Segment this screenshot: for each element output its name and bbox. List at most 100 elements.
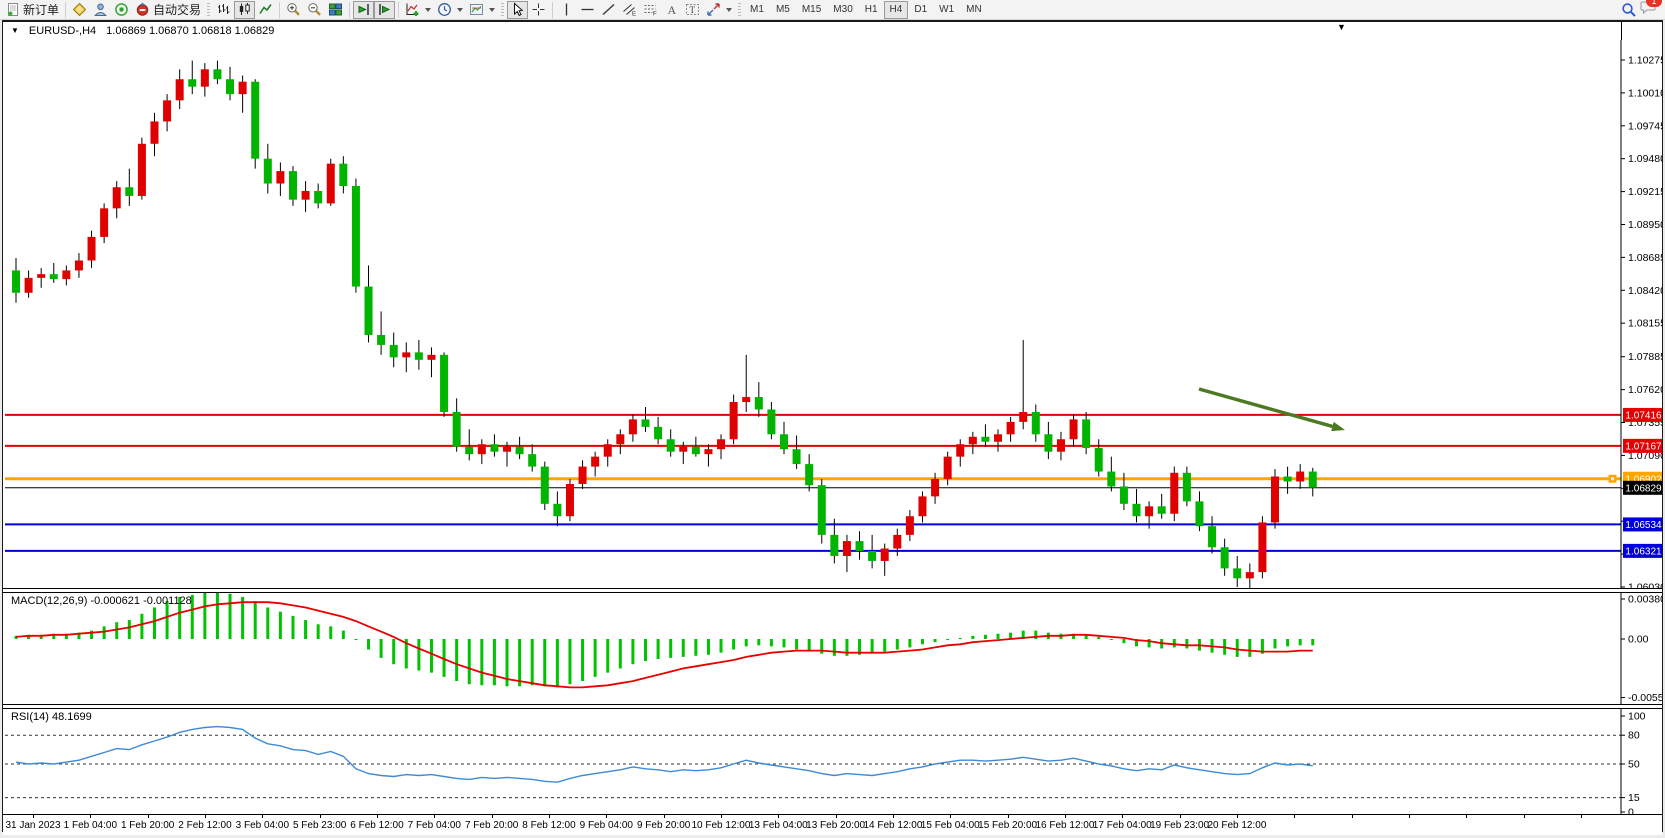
cursor-button[interactable]	[507, 1, 528, 19]
timeframe-button-H4[interactable]: H4	[884, 1, 909, 19]
time-tick	[836, 815, 837, 818]
metaeditor-button[interactable]	[69, 1, 90, 19]
svg-text:1.10010: 1.10010	[1628, 87, 1662, 99]
macd-panel[interactable]: MACD(12,26,9) -0.000621 -0.001128 0.0038…	[3, 593, 1662, 704]
zoom-in-button[interactable]	[283, 1, 304, 19]
timeframe-button-W1[interactable]: W1	[933, 1, 960, 19]
tile-windows-button[interactable]	[325, 1, 346, 19]
autoscroll-icon	[356, 2, 371, 17]
profile-button[interactable]	[90, 1, 111, 19]
text-button[interactable]: A	[661, 1, 682, 19]
svg-text:15: 15	[1628, 792, 1640, 804]
time-tick	[1237, 815, 1238, 818]
time-axis[interactable]: 31 Jan 20231 Feb 04:001 Feb 20:002 Feb 1…	[3, 814, 1662, 835]
period-button[interactable]	[434, 1, 466, 19]
timeframe-button-M1[interactable]: M1	[744, 1, 770, 19]
timeframe-button-M15[interactable]: M15	[796, 1, 827, 19]
time-tick	[549, 815, 550, 818]
chart-shift-marker-icon[interactable]: ▼	[1337, 23, 1346, 32]
candles-layer	[12, 61, 1317, 588]
time-label: 15 Feb 04:00	[921, 820, 980, 831]
svg-text:1.09745: 1.09745	[1628, 120, 1662, 132]
svg-text:1.09215: 1.09215	[1628, 186, 1662, 198]
rsi-axis-ticks: 1008050150	[1621, 710, 1646, 814]
chart-shift-icon	[377, 2, 392, 17]
time-label: 8 Feb 12:00	[522, 820, 575, 831]
price-chart-panel[interactable]: 1.102751.100101.097451.094801.092151.089…	[3, 40, 1662, 588]
chat-button[interactable]: 1	[1640, 0, 1657, 20]
template-button[interactable]	[466, 1, 498, 19]
time-tick	[1294, 815, 1295, 818]
svg-text:1.07620: 1.07620	[1628, 384, 1662, 396]
trendline-button[interactable]	[598, 1, 619, 19]
arrows-icon	[706, 2, 721, 17]
timeframe-button-D1[interactable]: D1	[908, 1, 933, 19]
time-tick	[1180, 815, 1181, 818]
signal-button[interactable]	[111, 1, 132, 19]
vertical-line-button[interactable]	[556, 1, 577, 19]
toolbar-drag-handle[interactable]	[207, 3, 210, 17]
bar-chart-button[interactable]	[213, 1, 234, 19]
time-tick	[1524, 815, 1525, 818]
rsi-panel[interactable]: RSI(14) 48.1699 1008050150	[3, 709, 1662, 814]
chart-shift-button[interactable]	[374, 1, 395, 19]
autotrade-label: 自动交易	[153, 1, 201, 18]
arrows-button[interactable]	[703, 1, 735, 19]
toolbar-drag-handle[interactable]	[501, 3, 504, 17]
timeframe-button-MN[interactable]: MN	[960, 1, 988, 19]
candlestick-chart-button[interactable]	[234, 1, 255, 19]
svg-text:0: 0	[1628, 807, 1634, 814]
time-tick	[606, 815, 607, 818]
line-chart-button[interactable]	[255, 1, 276, 19]
svg-text:0.00: 0.00	[1628, 634, 1649, 646]
trend-arrow-annotation[interactable]	[1199, 389, 1345, 431]
new-order-button[interactable]: 新订单	[2, 1, 62, 19]
search-button[interactable]	[1618, 1, 1640, 19]
time-label: 1 Feb 04:00	[64, 820, 117, 831]
indicators-button[interactable]	[402, 1, 434, 19]
price-axis-ticks: 1.102751.100101.097451.094801.092151.089…	[1621, 54, 1662, 588]
time-label: 9 Feb 04:00	[580, 820, 633, 831]
svg-text:1.08420: 1.08420	[1628, 285, 1662, 297]
time-tick	[1008, 815, 1009, 818]
autotrade-button[interactable]: 自动交易	[132, 1, 204, 19]
time-tick	[1581, 815, 1582, 818]
timeframe-button-M5[interactable]: M5	[770, 1, 796, 19]
mt4-window: 新订单 自动交易	[0, 0, 1665, 838]
timeframe-button-H1[interactable]: H1	[859, 1, 884, 19]
toolbar-drag-handle[interactable]	[738, 3, 741, 17]
fibonacci-button[interactable]: F	[640, 1, 661, 19]
autoscroll-button[interactable]	[353, 1, 374, 19]
rsi-label: RSI(14) 48.1699	[11, 711, 92, 723]
toolbar: 新订单 自动交易	[0, 0, 1665, 20]
time-label: 10 Feb 12:00	[691, 820, 750, 831]
equidistant-channel-button[interactable]: E	[619, 1, 640, 19]
time-tick	[205, 815, 206, 818]
time-tick	[262, 815, 263, 818]
horizontal-line-icon	[580, 2, 595, 17]
time-tick	[1065, 815, 1066, 818]
time-label: 3 Feb 04:00	[236, 820, 289, 831]
zoom-out-button[interactable]	[304, 1, 325, 19]
cursor-icon	[510, 2, 525, 17]
collapse-caret-icon[interactable]: ▼	[11, 27, 19, 35]
chevron-down-icon	[457, 8, 463, 12]
svg-text:1.08950: 1.08950	[1628, 219, 1662, 231]
svg-text:1.07167: 1.07167	[1625, 442, 1662, 453]
time-tick	[492, 815, 493, 818]
timeframe-button-M30[interactable]: M30	[827, 1, 858, 19]
time-tick	[778, 815, 779, 818]
signal-icon	[114, 2, 129, 17]
time-tick	[33, 815, 34, 818]
channel-icon: E	[622, 2, 637, 17]
time-label: 15 Feb 20:00	[978, 820, 1037, 831]
svg-text:F: F	[653, 12, 657, 18]
time-label: 7 Feb 04:00	[408, 820, 461, 831]
crosshair-button[interactable]	[528, 1, 549, 19]
price-axis-line	[1621, 22, 1622, 40]
rsi-canvas: 1008050150	[3, 709, 1662, 814]
text-label-button[interactable]: T	[682, 1, 703, 19]
time-tick	[664, 815, 665, 818]
timeframe-group: M1M5M15M30H1H4D1W1MN	[744, 1, 988, 19]
horizontal-line-button[interactable]	[577, 1, 598, 19]
